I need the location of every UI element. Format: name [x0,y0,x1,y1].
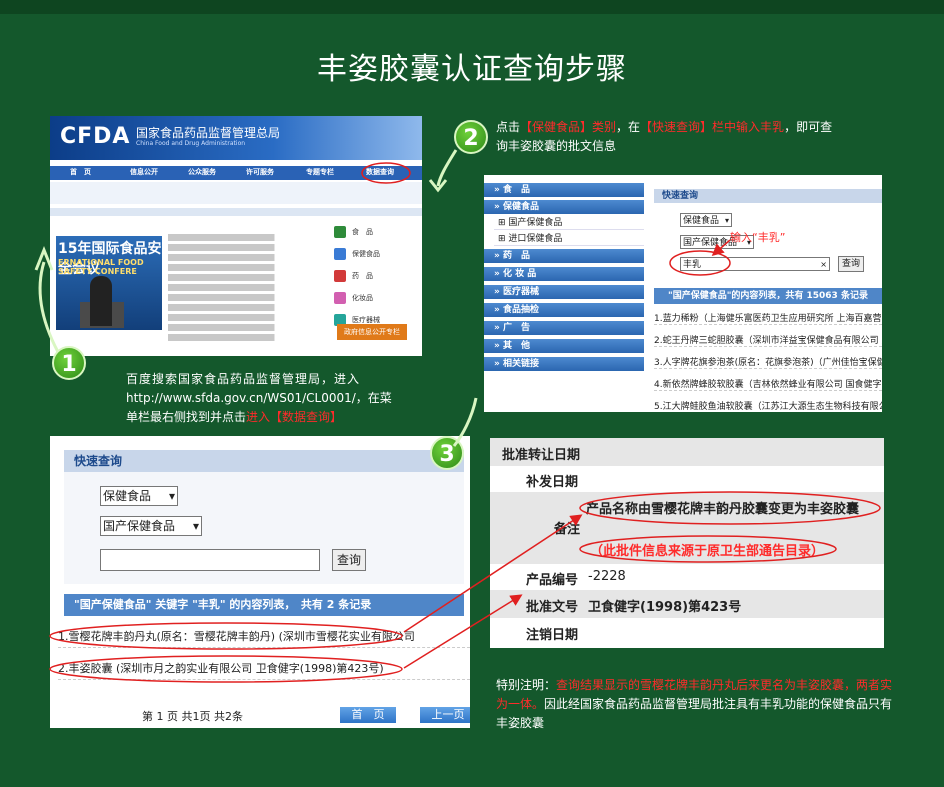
cfda-banner[interactable]: 15年国际食品安全会议 ERNATIONAL FOOD SAFETY CONFE… [56,236,162,330]
detail-approval-no: 批准文号 卫食健字(1998)第423号 [490,590,884,618]
result-row-3[interactable]: 3.人字牌花旗参泡茶(原名：花旗参泡茶)（广州佳怡宝保健食 [654,355,882,369]
cfda-search-bar [50,208,422,216]
banner-en: ERNATIONAL FOOD SAFETY CONFERE [58,258,144,276]
category-select[interactable]: 保健食品 ▾ [100,486,178,506]
cfda-subnav [50,182,422,204]
category-sidebar: » 食 品 » 保健食品 ⊞ 国产保健食品 ⊞ 进口保健食品 » 药 品 » 化… [484,175,644,412]
step-2-badge: 2 [454,120,488,154]
sidebar-other[interactable]: » 其 他 [484,339,644,353]
detail-transfer-date: 批准转让日期 [490,438,884,466]
top-band [0,0,944,14]
result-row-1[interactable]: 1.雪樱花牌丰韵丹丸(原名：雪樱花牌丰韵丹) (深圳市雪樱花实业有限公司 [58,628,470,648]
query-button[interactable]: 查询 [332,549,366,571]
cfda-agency-name: 国家食品药品监督管理总局 [136,126,281,140]
search-screenshot: » 食 品 » 保健食品 ⊞ 国产保健食品 ⊞ 进口保健食品 » 药 品 » 化… [484,175,882,412]
cfda-nav: 首 页 信息公开 公众服务 许可服务 专题专栏 数据查询 [50,166,422,180]
result-row-5[interactable]: 5.江大牌鲑胶鱼油软胶囊（江苏江大源生态生物科技有限公司 [654,399,882,412]
sidebar-domestic-health-food[interactable]: ⊞ 国产保健食品 [494,216,644,230]
step-2-text: 点击【保健食品】类别，在【快速查询】栏中输入丰乳，即可查 询丰姿胶囊的批文信息 [496,120,833,153]
quick-search-header: 快速查询 [654,189,882,203]
cfda-agency-name-en: China Food and Drug Administration [136,140,246,147]
detail-reissue-date: 补发日期 [526,475,579,490]
nav-license[interactable]: 许可服务 [246,167,274,177]
category-drug[interactable]: 药 品 [334,266,414,286]
sidebar-links[interactable]: » 相关链接 [484,357,644,371]
nav-data-query[interactable]: 数据查询 [366,167,394,177]
category-select[interactable]: 保健食品 ▾ [680,213,732,227]
keyword-input[interactable]: 丰乳 × [680,257,830,271]
detail-screenshot: 批准转让日期 补发日期 备注 产品名称由雪樱花牌丰韵丹胶囊变更为丰姿胶囊 （此批… [490,438,884,648]
gov-info-button[interactable]: 政府信息公开专栏 [337,324,407,340]
quick-search-header: 快速查询 [64,450,464,472]
special-note: 特别注明：查询结果显示的雪樱花牌丰韵丹丸后来更名为丰姿胶囊，两者实为一体。因此经… [496,678,893,730]
clear-icon: × [820,260,827,269]
result-list-header: "国产保健食品" 关键字 "丰乳" 的内容列表， 共有 2 条记录 [64,594,464,616]
result-row-4[interactable]: 4.新依然牌蜂胶软胶囊（吉林依然蜂业有限公司 国食健字G2 [654,377,882,391]
sidebar-drug[interactable]: » 药 品 [484,249,644,263]
nav-special[interactable]: 专题专栏 [306,167,334,177]
sidebar-cosmetic[interactable]: » 化 妆 品 [484,267,644,281]
category-food[interactable]: 食 品 [334,222,414,242]
query-button[interactable]: 查询 [838,256,864,272]
category-cosmetic[interactable]: 化妆品 [334,288,414,308]
pager-text: 第 1 页 共1页 共2条 [142,710,243,723]
sidebar-device[interactable]: » 医疗器械 [484,285,644,299]
cfda-header: CFDA 国家食品药品监督管理总局 China Food and Drug Ad… [50,116,422,160]
sidebar-food[interactable]: » 食 品 [484,183,644,197]
nav-info[interactable]: 信息公开 [130,167,158,177]
page-title: 丰姿胶囊认证查询步骤 [317,52,627,87]
result-list-header: "国产保健食品"的内容列表，共有 15063 条记录 [654,288,882,304]
cfda-screenshot: CFDA 国家食品药品监督管理总局 China Food and Drug Ad… [50,116,422,356]
detail-product-no: 产品编号 -2228 [526,569,626,588]
sidebar-inspection[interactable]: » 食品抽检 [484,303,644,317]
result-row-2[interactable]: 2.丰姿胶囊 (深圳市月之韵实业有限公司 卫食健字(1998)第423号) [58,660,470,680]
result-row-1[interactable]: 1.蓝力稀粉（上海健乐富医药卫生应用研究所 上海百嘉营养 [654,311,882,325]
detail-cancel-date: 注销日期 [526,628,579,643]
nav-public[interactable]: 公众服务 [188,167,216,177]
keyword-input[interactable] [100,549,320,571]
result-row-2[interactable]: 2.蛇王丹牌三蛇胆胶囊（深圳市洋益宝保健食品有限公司 卫 [654,333,882,347]
keyword-results-screenshot: 快速查询 保健食品 ▾ 国产保健食品 ▾ 查询 "国产保健食品" 关键字 "丰乳" … [50,436,470,728]
step-1-text: 百度搜索国家食品药品监督管理局，进入 http://www.sfda.gov.c… [126,372,392,424]
nav-home[interactable]: 首 页 [70,167,91,177]
step-3-badge: 3 [430,436,464,470]
category-health-food[interactable]: 保健食品 [334,244,414,264]
detail-remark: 备注 产品名称由雪樱花牌丰韵丹胶囊变更为丰姿胶囊 （此批件信息来源于原卫生部通告… [490,492,884,564]
speaker [90,276,112,326]
cfda-logo: CFDA [60,124,131,149]
step-1-badge: 1 [52,346,86,380]
remark-source: （此批件信息来源于原卫生部通告目录） [590,544,825,559]
first-page-button[interactable]: 首 页 [340,707,396,723]
prev-page-button[interactable]: 上一页 [420,707,470,723]
news-list [168,234,320,344]
input-hint: 输入“丰乳” [730,231,786,244]
sidebar-health-food[interactable]: » 保健食品 [484,200,644,214]
subcategory-select[interactable]: 国产保健食品 ▾ [100,516,202,536]
sidebar-ads[interactable]: » 广 告 [484,321,644,335]
category-list: 食 品 保健食品 药 品 化妆品 医疗器械 [334,222,414,332]
sidebar-imported-health-food[interactable]: ⊞ 进口保健食品 [494,232,644,246]
